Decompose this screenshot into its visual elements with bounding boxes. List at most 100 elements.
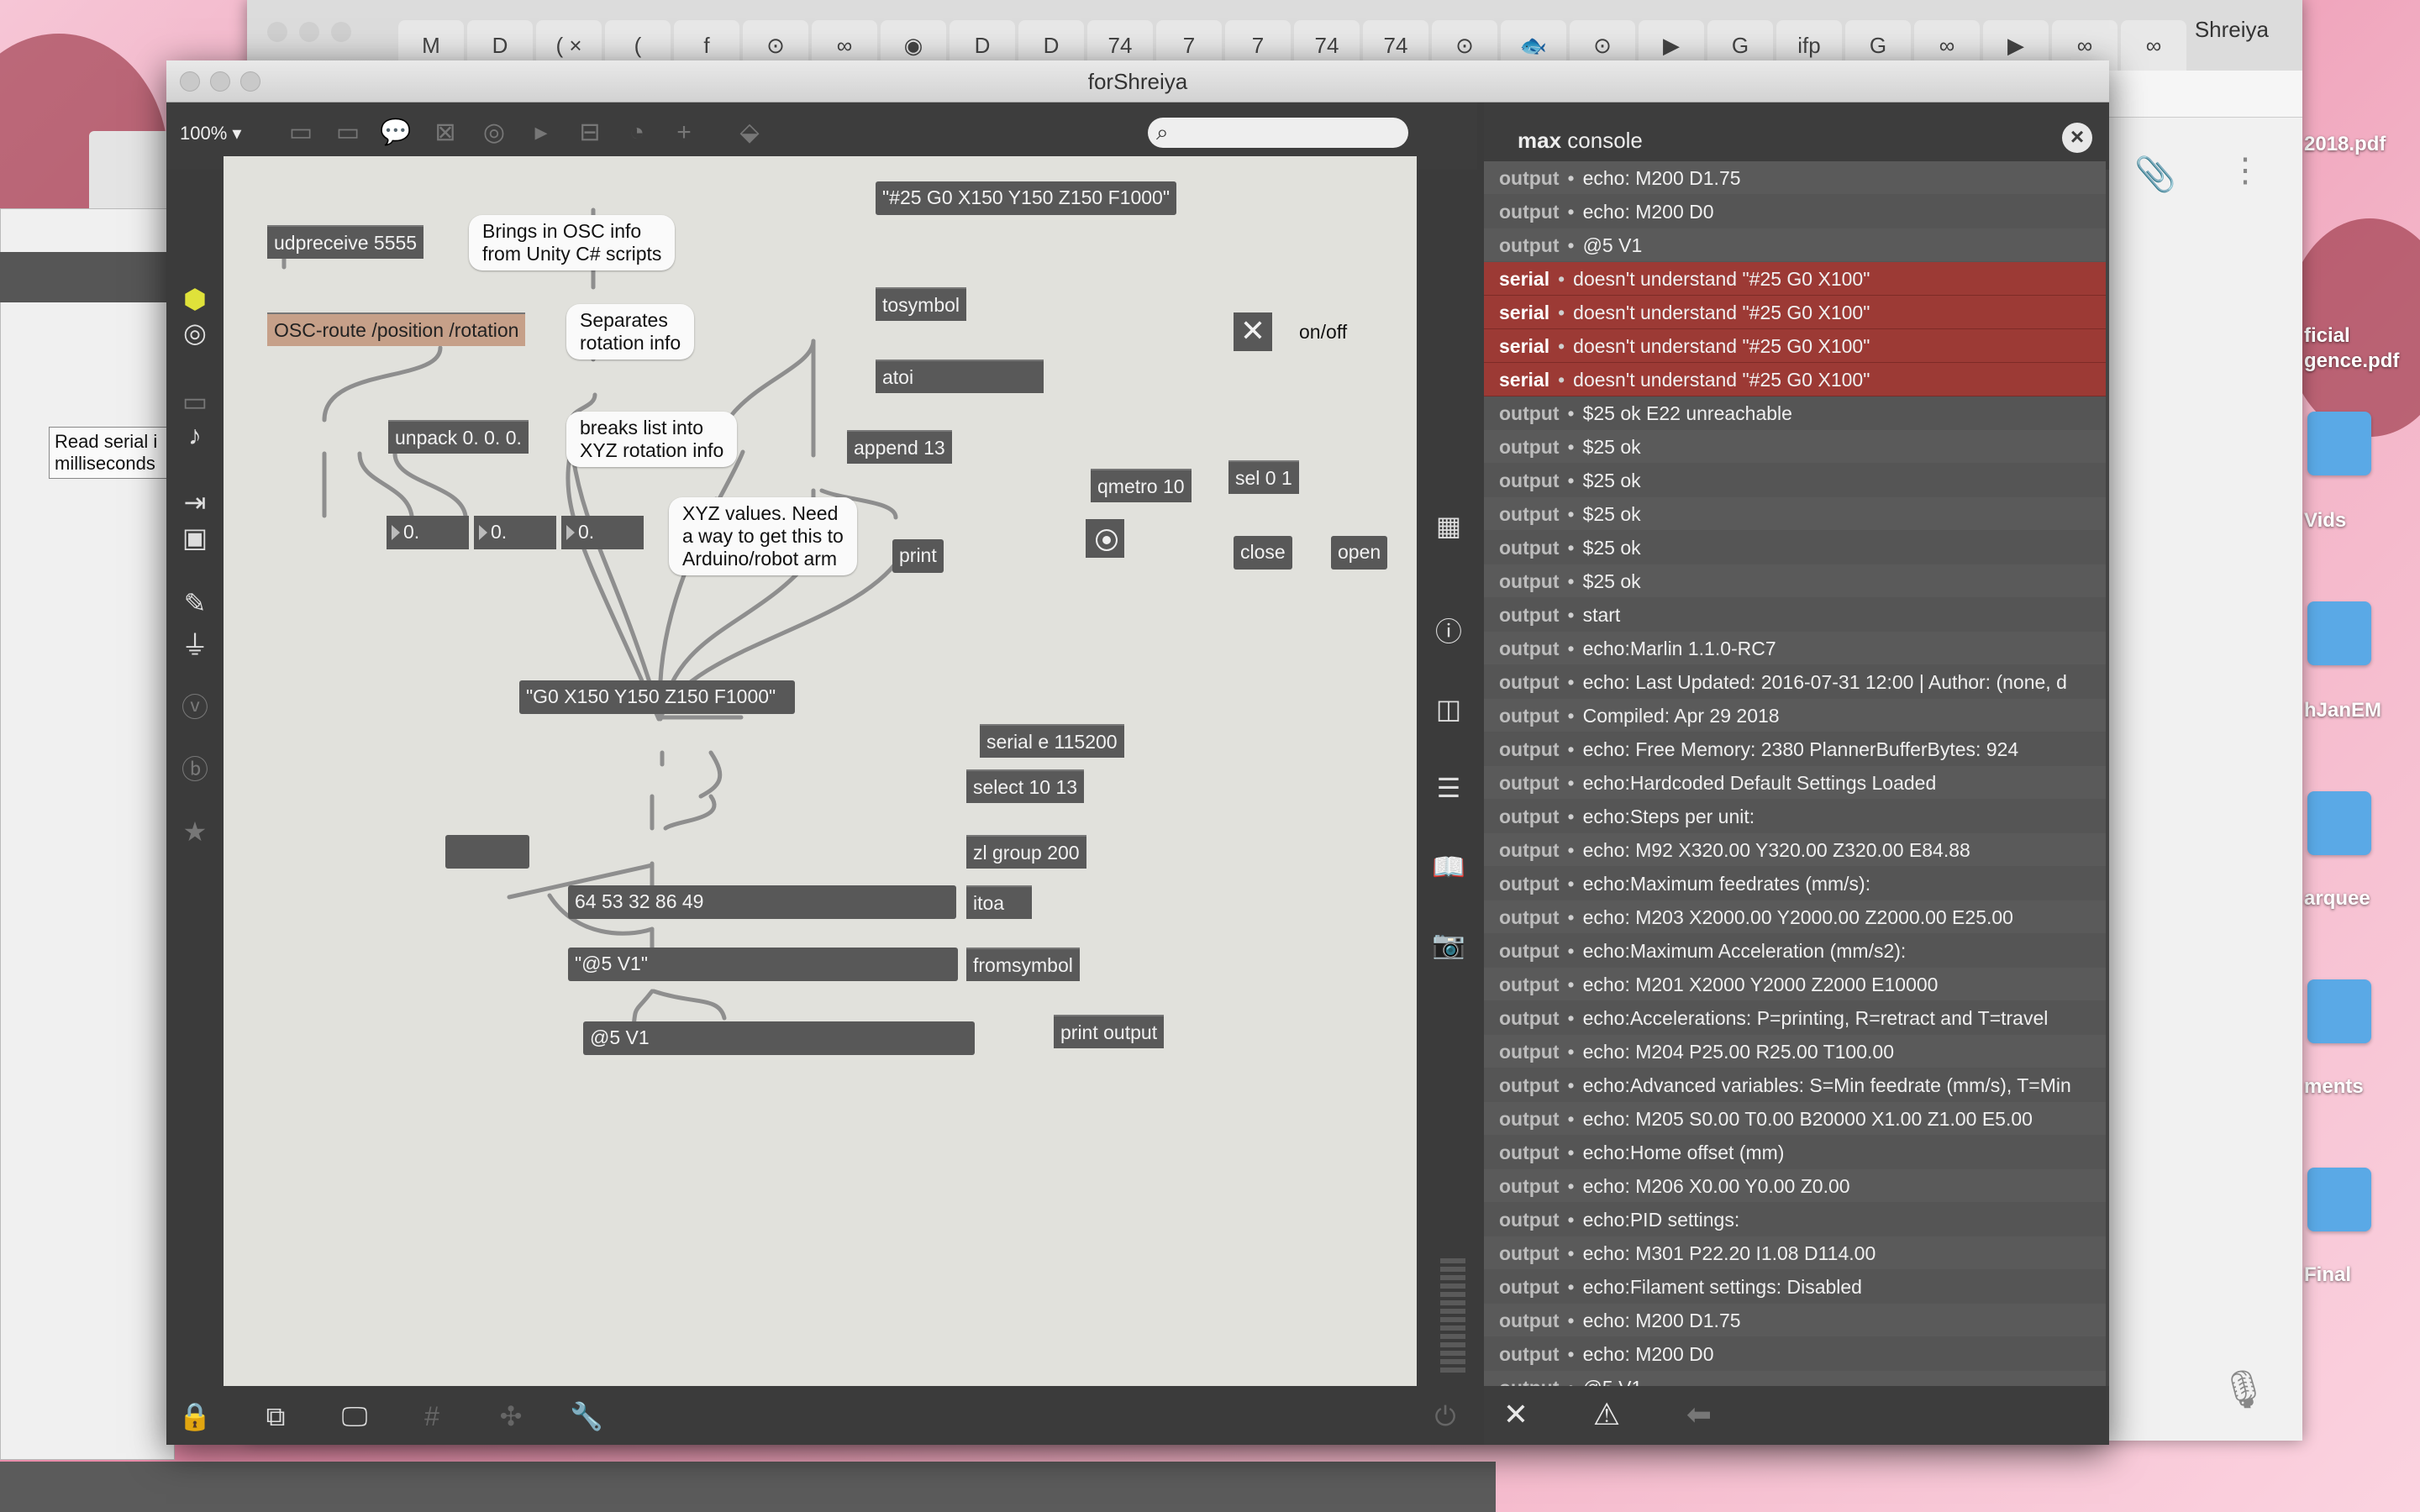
message-plain-reply[interactable]: @5 V1 xyxy=(583,1021,975,1055)
back-arrow-icon[interactable]: ⬅ xyxy=(1682,1398,1716,1431)
reference-book-icon[interactable]: 📖 xyxy=(1432,850,1465,884)
console-row[interactable]: output • @5 V1 xyxy=(1484,1371,2106,1388)
desktop-file-label[interactable]: hJanEM xyxy=(2304,699,2381,722)
udpreceive-object[interactable]: udpreceive 5555 xyxy=(267,225,424,259)
osc-route-object[interactable]: OSC-route /position /rotation xyxy=(267,312,526,346)
console-row[interactable]: output • echo: M200 D1.75 xyxy=(1484,161,2106,195)
sequence-icon[interactable]: ⇥ xyxy=(178,486,212,519)
console-row[interactable]: output • echo:PID settings: xyxy=(1484,1203,2106,1236)
keyboard-icon[interactable]: ▭ xyxy=(178,385,212,418)
console-row[interactable]: output • @5 V1 xyxy=(1484,228,2106,262)
qmetro-object[interactable]: qmetro 10 xyxy=(1091,469,1192,502)
close-icon[interactable]: × xyxy=(2062,123,2092,153)
desktop-file-label[interactable]: gence.pdf xyxy=(2304,349,2399,373)
console-row[interactable]: output • echo:Home offset (mm) xyxy=(1484,1136,2106,1169)
print-object[interactable]: print xyxy=(892,539,944,573)
dial-object-icon[interactable]: ◔ xyxy=(622,118,652,148)
open-message[interactable]: open xyxy=(1331,536,1388,570)
console-row[interactable]: output • echo:Steps per unit: xyxy=(1484,800,2106,833)
console-row[interactable]: output • $25 ok xyxy=(1484,564,2106,598)
window-minimize-button[interactable] xyxy=(299,22,319,42)
desktop-file-label[interactable]: ficial xyxy=(2304,324,2350,348)
select-object[interactable]: select 10 13 xyxy=(966,769,1085,803)
console-row[interactable]: output • echo:Accelerations: P=printing, R… xyxy=(1484,1001,2106,1035)
console-row[interactable]: output • start xyxy=(1484,598,2106,632)
window-zoom-button[interactable] xyxy=(331,22,351,42)
console-row[interactable]: output • echo: M203 X2000.00 Y2000.00 Z200… xyxy=(1484,900,2106,934)
console-row[interactable]: output • echo:Marlin 1.1.0-RC7 xyxy=(1484,632,2106,665)
console-row[interactable]: output • $25 ok E22 unreachable xyxy=(1484,396,2106,430)
toggle-on-off[interactable]: ✕ xyxy=(1234,312,1272,351)
audio-power-icon[interactable]: ⏻ xyxy=(1428,1399,1462,1433)
console-row[interactable]: output • echo:Hardcoded Default Settings L… xyxy=(1484,766,2106,800)
target-icon[interactable]: ◎ xyxy=(178,316,212,349)
paperclip-icon[interactable]: 📎 xyxy=(2134,155,2176,194)
clear-console-icon[interactable]: ✕ xyxy=(1499,1398,1533,1431)
bang-object-icon[interactable]: ◎ xyxy=(479,118,509,148)
empty-message-box[interactable] xyxy=(445,835,529,869)
fromsymbol-object[interactable]: fromsymbol xyxy=(966,948,1080,981)
console-row[interactable]: output • echo: M200 D0 xyxy=(1484,1337,2106,1371)
paperclip-icon[interactable]: ✎ xyxy=(178,586,212,620)
paint-bucket-icon[interactable]: ⬙ xyxy=(734,118,765,148)
folder-icon[interactable] xyxy=(2307,601,2371,665)
music-note-icon[interactable]: ♪ xyxy=(178,418,212,452)
atoi-object[interactable]: atoi xyxy=(876,360,1044,393)
itoa-object[interactable]: itoa xyxy=(966,885,1032,919)
beap-icon[interactable]: ⓑ xyxy=(178,753,212,786)
console-row[interactable]: output • echo: M200 D0 xyxy=(1484,195,2106,228)
layout-columns-icon[interactable]: ◫ xyxy=(1432,692,1465,726)
image-icon[interactable]: ▣ xyxy=(178,521,212,554)
message-g0-command[interactable]: "#25 G0 X150 Y150 Z150 F1000" xyxy=(876,181,1176,215)
plug-icon[interactable]: ⏚ xyxy=(178,628,212,662)
warning-filter-icon[interactable]: ⚠ xyxy=(1590,1398,1623,1431)
console-row[interactable]: output • echo:Filament settings: Disabled xyxy=(1484,1270,2106,1304)
new-message-icon[interactable]: ▭ xyxy=(333,118,363,148)
console-row[interactable]: output • $25 ok xyxy=(1484,430,2106,464)
console-row[interactable]: output • echo:Advanced variables: S=Min fe… xyxy=(1484,1068,2106,1102)
presentation-icon[interactable]: 🖵 xyxy=(338,1399,371,1433)
console-row[interactable]: output • echo:Maximum Acceleration (mm/s2)… xyxy=(1484,934,2106,968)
windows-icon[interactable]: ⧉ xyxy=(259,1399,292,1433)
unpack-object[interactable]: unpack 0. 0. 0. xyxy=(388,420,529,454)
new-object-icon[interactable]: ▭ xyxy=(286,118,316,148)
number-box-y[interactable]: 0. xyxy=(474,516,556,549)
patcher-canvas[interactable]: udpreceive 5555 Brings in OSC info from … xyxy=(224,156,1417,1388)
desktop-file-label[interactable]: 2018.pdf xyxy=(2304,133,2386,156)
desktop-file-label[interactable]: Vids xyxy=(2304,509,2346,533)
console-row[interactable]: output • echo: Free Memory: 2380 PlannerBu… xyxy=(1484,732,2106,766)
list-icon[interactable]: ☰ xyxy=(1432,771,1465,805)
folder-icon[interactable] xyxy=(2307,791,2371,855)
console-message-list[interactable]: output • echo: M200 D1.75 output • echo: M200… xyxy=(1484,161,2106,1388)
append-object[interactable]: append 13 xyxy=(847,430,952,464)
add-gear-icon[interactable]: ✣ xyxy=(494,1399,528,1433)
console-row[interactable]: output • echo: M92 X320.00 Y320.00 Z320.00… xyxy=(1484,833,2106,867)
window-titlebar[interactable]: forShreiya xyxy=(166,60,2109,102)
close-message[interactable]: close xyxy=(1234,536,1292,570)
search-input[interactable]: ⌕ xyxy=(1148,118,1408,148)
browser-tab[interactable]: ∞ xyxy=(2121,20,2186,71)
console-row[interactable]: output • $25 ok xyxy=(1484,531,2106,564)
window-close-button[interactable] xyxy=(267,22,287,42)
grid-icon[interactable]: ▦ xyxy=(1432,509,1465,543)
console-row[interactable]: output • echo: Last Updated: 2016-07-31 12… xyxy=(1484,665,2106,699)
desktop-file-label[interactable]: Final xyxy=(2304,1263,2351,1287)
print-output-object[interactable]: print output xyxy=(1054,1015,1165,1048)
console-row[interactable]: output • $25 ok xyxy=(1484,497,2106,531)
new-comment-icon[interactable]: 💬 xyxy=(380,118,411,148)
console-row[interactable]: output • echo: M206 X0.00 Y0.00 Z0.00 xyxy=(1484,1169,2106,1203)
console-row[interactable]: serial • doesn't understand "#25 G0 X100" xyxy=(1484,296,2106,329)
vst-icon[interactable]: ⓥ xyxy=(178,690,212,724)
folder-icon[interactable] xyxy=(2307,412,2371,475)
console-scrollbar[interactable] xyxy=(2106,170,2109,1386)
favorites-star-icon[interactable]: ★ xyxy=(178,815,212,848)
grid-toggle-icon[interactable]: # xyxy=(415,1399,449,1433)
bang-button[interactable] xyxy=(1086,519,1124,558)
console-row[interactable]: output • echo: M201 X2000 Y2000 Z2000 E100… xyxy=(1484,968,2106,1001)
number-object-icon[interactable]: ▸ xyxy=(526,118,556,148)
console-row[interactable]: output • echo: M301 P22.20 I1.08 D114.00 xyxy=(1484,1236,2106,1270)
zl-group-object[interactable]: zl group 200 xyxy=(966,835,1086,869)
lock-icon[interactable]: 🔒 xyxy=(178,1399,212,1433)
folder-icon[interactable] xyxy=(2307,979,2371,1043)
inspector-info-icon[interactable]: ⓘ xyxy=(1432,615,1465,648)
